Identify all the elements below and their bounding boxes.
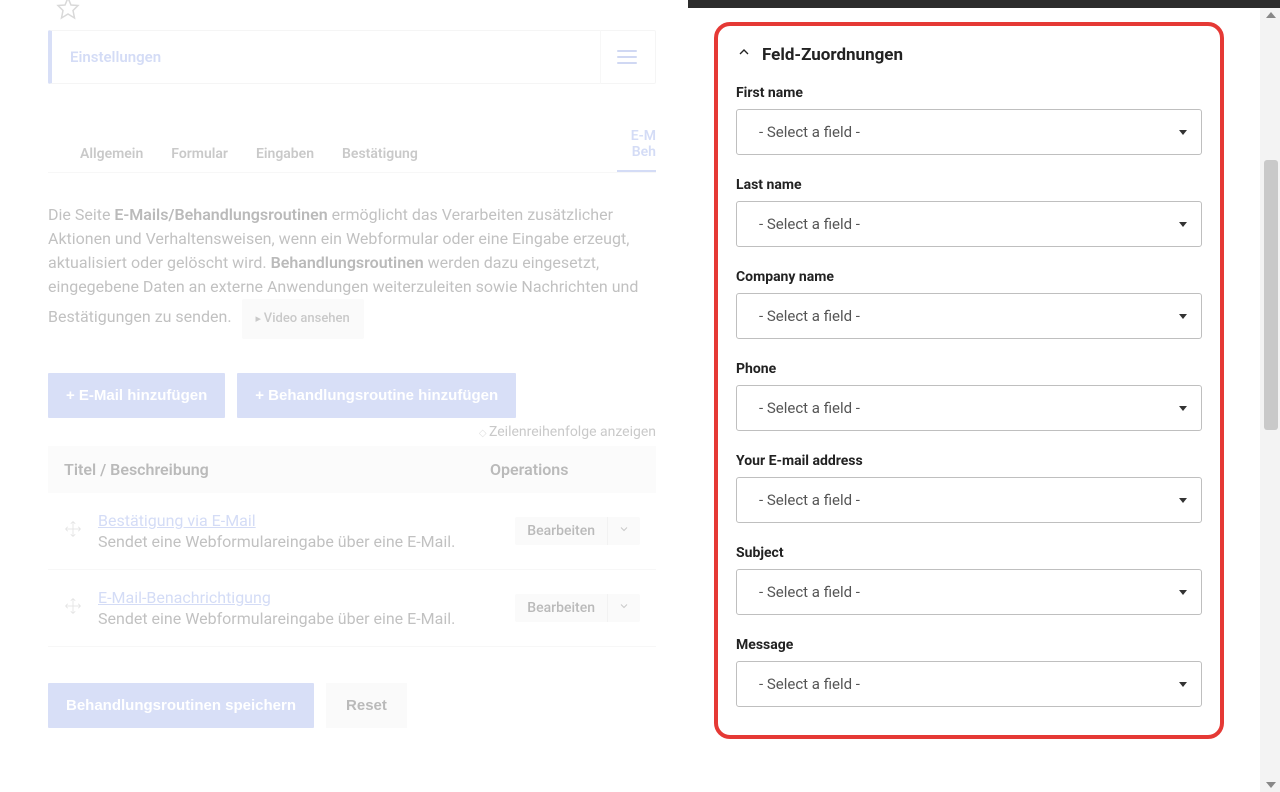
field-label-phone: Phone <box>736 361 1202 377</box>
tab-formular[interactable]: Formular <box>157 136 242 172</box>
select-last-name[interactable]: - Select a field - <box>736 201 1202 247</box>
tabs: Allgemein Formular Eingaben Bestätigung … <box>48 118 656 173</box>
window-titlebar <box>688 0 1280 8</box>
scroll-up-icon[interactable] <box>1266 12 1276 18</box>
th-title: Titel / Beschreibung <box>64 460 490 479</box>
operations-dropdown-icon[interactable] <box>607 517 640 545</box>
tab-active-line2: Beh <box>631 144 656 160</box>
chevron-up-icon <box>736 44 752 65</box>
watch-video-button[interactable]: Video ansehen <box>242 299 364 339</box>
edit-button[interactable]: Bearbeiten <box>515 594 607 622</box>
field-label-message: Message <box>736 637 1202 653</box>
select-phone[interactable]: - Select a field - <box>736 385 1202 431</box>
row-title-link[interactable]: Bestätigung via E-Mail <box>98 511 256 530</box>
select-company-name[interactable]: - Select a field - <box>736 293 1202 339</box>
star-icon[interactable] <box>56 0 80 24</box>
row-title-link[interactable]: E-Mail-Benachrichtigung <box>98 588 271 607</box>
row-description: Sendet eine Webformulareingabe über eine… <box>98 532 499 551</box>
row-description: Sendet eine Webformulareingabe über eine… <box>98 609 499 628</box>
caret-down-icon <box>1179 682 1187 687</box>
table-row: E-Mail-Benachrichtigung Sendet eine Webf… <box>48 570 656 647</box>
select-subject[interactable]: - Select a field - <box>736 569 1202 615</box>
intro-paragraph: Die Seite E-Mails/Behandlungsroutinen er… <box>48 203 656 339</box>
show-row-order-toggle[interactable]: Zeilenreihenfolge anzeigen <box>48 424 656 440</box>
select-first-name[interactable]: - Select a field - <box>736 109 1202 155</box>
save-handlers-button[interactable]: Behandlungsroutinen speichern <box>48 683 314 728</box>
caret-down-icon <box>1179 314 1187 319</box>
field-label-last-name: Last name <box>736 177 1202 193</box>
operations-dropdown-icon[interactable] <box>607 594 640 622</box>
add-handler-button[interactable]: + Behandlungsroutine hinzufügen <box>237 373 516 418</box>
settings-card-title: Einstellungen <box>70 48 161 66</box>
scroll-down-icon[interactable] <box>1266 782 1276 788</box>
tab-eingaben[interactable]: Eingaben <box>242 136 328 172</box>
field-mappings-section: Feld-Zuordnungen First name - Select a f… <box>714 22 1224 739</box>
add-email-button[interactable]: + E-Mail hinzufügen <box>48 373 225 418</box>
settings-card: Einstellungen <box>48 30 656 84</box>
section-header[interactable]: Feld-Zuordnungen <box>736 44 1202 65</box>
select-message[interactable]: - Select a field - <box>736 661 1202 707</box>
drag-handle-icon[interactable] <box>64 520 82 542</box>
caret-down-icon <box>1179 222 1187 227</box>
caret-down-icon <box>1179 590 1187 595</box>
caret-down-icon <box>1179 498 1187 503</box>
drag-handle-icon[interactable] <box>64 597 82 619</box>
select-email[interactable]: - Select a field - <box>736 477 1202 523</box>
edit-button[interactable]: Bearbeiten <box>515 517 607 545</box>
row-operations: Bearbeiten <box>515 517 640 545</box>
row-operations: Bearbeiten <box>515 594 640 622</box>
field-label-company-name: Company name <box>736 269 1202 285</box>
table-row: Bestätigung via E-Mail Sendet eine Webfo… <box>48 493 656 570</box>
table-header: Titel / Beschreibung Operations <box>48 446 656 493</box>
caret-down-icon <box>1179 406 1187 411</box>
tab-active-line1: E-M <box>631 128 656 144</box>
scrollbar-thumb[interactable] <box>1264 160 1278 430</box>
field-label-first-name: First name <box>736 85 1202 101</box>
left-panel: Einstellungen Allgemein Formular Eingabe… <box>0 0 680 792</box>
tab-emails-behandlungsroutinen[interactable]: E-M Beh <box>617 118 656 172</box>
field-label-subject: Subject <box>736 545 1202 561</box>
field-label-email: Your E-mail address <box>736 453 1202 469</box>
menu-icon[interactable] <box>617 50 637 64</box>
tab-bestaetigung[interactable]: Bestätigung <box>328 136 432 172</box>
th-operations: Operations <box>490 460 640 479</box>
right-panel: Feld-Zuordnungen First name - Select a f… <box>700 8 1256 790</box>
caret-down-icon <box>1179 130 1187 135</box>
reset-button[interactable]: Reset <box>326 683 407 728</box>
section-title: Feld-Zuordnungen <box>762 45 903 65</box>
tab-allgemein[interactable]: Allgemein <box>48 136 157 172</box>
